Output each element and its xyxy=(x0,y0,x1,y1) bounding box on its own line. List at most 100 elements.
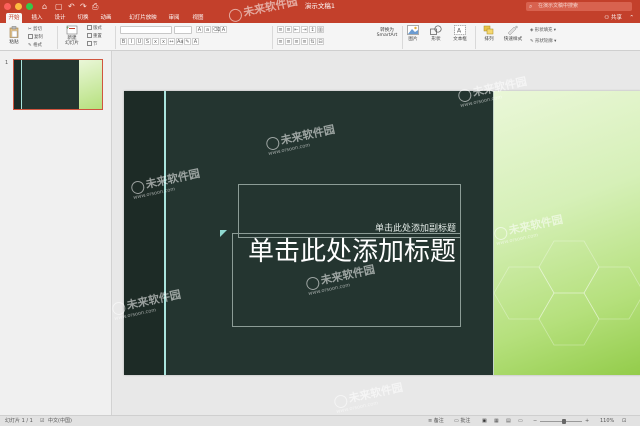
reading-view-icon[interactable]: ▤ xyxy=(506,416,511,426)
shapes-label: 形状 xyxy=(431,37,441,42)
bullets-icon[interactable]: ≡ xyxy=(277,26,284,33)
font-size-select[interactable] xyxy=(174,26,192,34)
fit-to-window-icon[interactable]: ⊡ xyxy=(622,416,626,426)
numbering-icon[interactable]: ≡ xyxy=(285,26,292,33)
line-spacing-icon[interactable]: ↕ xyxy=(309,26,316,33)
section-button[interactable]: 节 xyxy=(87,41,97,47)
highlight-icon[interactable]: ✎ xyxy=(184,38,191,45)
new-slide-button[interactable]: + 新建 幻灯片 xyxy=(62,25,82,46)
increase-indent-icon[interactable]: ⇥ xyxy=(301,26,308,33)
watermark-logo-icon xyxy=(227,7,244,23)
tab-design[interactable]: 设计 xyxy=(52,13,68,23)
justify-icon[interactable]: ≡ xyxy=(301,38,308,45)
reset-label: 重置 xyxy=(93,34,102,39)
search-input[interactable]: ⌕ 在演示文稿中搜索 xyxy=(526,2,632,11)
share-label: 共享 xyxy=(610,15,622,21)
shape-fill-button[interactable]: ◈ 形状填充 ▾ xyxy=(530,27,556,33)
textbox-button[interactable]: A 文本框 xyxy=(451,25,469,42)
ribbon-divider xyxy=(272,26,273,49)
align-text-icon[interactable]: ⊟ xyxy=(317,38,324,45)
title-placeholder[interactable]: 单击此处添加标题 xyxy=(237,236,456,268)
align-center-icon[interactable]: ≡ xyxy=(285,38,292,45)
font-color-icon[interactable]: A xyxy=(220,26,227,33)
slide-sorter-view-icon[interactable]: ▦ xyxy=(494,416,499,426)
superscript-icon[interactable]: x xyxy=(152,38,159,45)
tab-review[interactable]: 审阅 xyxy=(166,13,182,23)
strikethrough-icon[interactable]: S xyxy=(144,38,151,45)
brush-icon: ✎ xyxy=(28,43,32,48)
notes-button[interactable]: ≡ 备注 xyxy=(428,416,444,426)
pen-icon: ✎ xyxy=(530,39,534,44)
chevron-up-icon[interactable]: ⌃ xyxy=(629,13,634,23)
tab-insert[interactable]: 插入 xyxy=(29,13,45,23)
scissors-icon: ✂ xyxy=(28,27,32,32)
shape-fill-label: 形状填充 xyxy=(534,28,553,33)
chevron-down-icon: ▾ xyxy=(554,39,557,44)
slideshow-view-icon[interactable]: ▭ xyxy=(518,416,523,426)
quick-styles-icon xyxy=(507,25,518,35)
slide-accent-line xyxy=(164,91,166,375)
tab-view[interactable]: 视图 xyxy=(190,13,206,23)
paragraph-align-controls: ≡ ≡ ≡ ≡ ⇅ ⊟ xyxy=(277,38,325,46)
char-spacing-icon[interactable]: ↔ xyxy=(168,38,175,45)
slide-thumbnail[interactable] xyxy=(13,59,103,110)
clipboard-icon xyxy=(9,26,19,38)
italic-icon[interactable]: I xyxy=(128,38,135,45)
language-status[interactable]: 中文(中国) xyxy=(48,416,72,426)
language-status-icon: ☑ xyxy=(40,418,45,424)
decrease-indent-icon[interactable]: ⇤ xyxy=(293,26,300,33)
search-placeholder: 在演示文稿中搜索 xyxy=(538,3,579,9)
text-color-icon[interactable]: A xyxy=(192,38,199,45)
clear-format-icon[interactable]: ⌫ xyxy=(212,26,220,33)
text-direction-icon[interactable]: ⇅ xyxy=(309,38,316,45)
arrange-button[interactable]: 排列 xyxy=(481,25,497,42)
new-slide-icon: + xyxy=(66,25,78,35)
shapes-icon xyxy=(430,25,442,35)
zoom-in-icon[interactable]: + xyxy=(585,416,589,426)
tab-slideshow[interactable]: 幻灯片放映 xyxy=(123,13,163,23)
change-case-icon[interactable]: Aa xyxy=(176,38,183,45)
search-icon: ⌕ xyxy=(529,3,533,10)
format-painter-button[interactable]: ✎ 格式 xyxy=(28,42,42,48)
quick-styles-button[interactable]: 快速样式 xyxy=(501,25,525,42)
picture-icon xyxy=(407,25,419,35)
shape-outline-button[interactable]: ✎ 形状轮廓 ▾ xyxy=(530,38,556,44)
picture-button[interactable]: 图片 xyxy=(405,25,421,42)
section-label: 节 xyxy=(93,42,98,47)
layout-button[interactable]: 版式 xyxy=(87,25,102,31)
status-bar: 幻灯片 1 / 1 ☑ 中文(中国) ≡ 备注 ▭ 批注 ▣ ▦ ▤ ▭ − +… xyxy=(0,415,640,426)
cut-button[interactable]: ✂ 剪切 xyxy=(28,26,42,32)
underline-icon[interactable]: U xyxy=(136,38,143,45)
shapes-button[interactable]: 形状 xyxy=(428,25,444,42)
font-size-controls: Aa ⌫ A xyxy=(196,26,228,34)
zoom-slider-track[interactable] xyxy=(540,421,582,422)
zoom-out-icon[interactable]: − xyxy=(533,416,537,426)
zoom-level[interactable]: 110% xyxy=(600,416,614,426)
bold-icon[interactable]: B xyxy=(120,38,127,45)
quick-styles-label: 快速样式 xyxy=(503,37,523,42)
convert-smartart-button[interactable]: 转换为 SmartArt xyxy=(374,28,400,38)
comments-button[interactable]: ▭ 批注 xyxy=(454,416,470,426)
notes-label: 备注 xyxy=(433,418,444,424)
subscript-icon[interactable]: x xyxy=(160,38,167,45)
shrink-font-icon[interactable]: a xyxy=(204,26,211,33)
align-right-icon[interactable]: ≡ xyxy=(293,38,300,45)
subtitle-placeholder-box[interactable]: 单击此处添加副标题 xyxy=(238,184,461,238)
format-label: 格式 xyxy=(33,43,42,48)
normal-view-icon[interactable]: ▣ xyxy=(482,416,487,426)
tab-transitions[interactable]: 切换 xyxy=(75,13,91,23)
tab-home[interactable]: 开始 xyxy=(6,13,22,23)
textbox-label: 文本框 xyxy=(453,37,467,42)
tab-animations[interactable]: 动画 xyxy=(98,13,114,23)
grow-font-icon[interactable]: A xyxy=(196,26,203,33)
zoom-slider-handle[interactable] xyxy=(562,419,566,424)
reset-button[interactable]: 重置 xyxy=(87,33,102,39)
slide-left-band xyxy=(124,91,164,375)
font-family-select[interactable] xyxy=(120,26,172,34)
copy-button[interactable]: 复制 xyxy=(28,34,43,40)
share-button[interactable]: ⚇ 共享 xyxy=(604,13,622,23)
paste-button[interactable]: 粘贴 xyxy=(6,26,22,45)
ribbon-divider xyxy=(115,26,116,49)
columns-icon[interactable]: ▥ xyxy=(317,26,324,33)
align-left-icon[interactable]: ≡ xyxy=(277,38,284,45)
